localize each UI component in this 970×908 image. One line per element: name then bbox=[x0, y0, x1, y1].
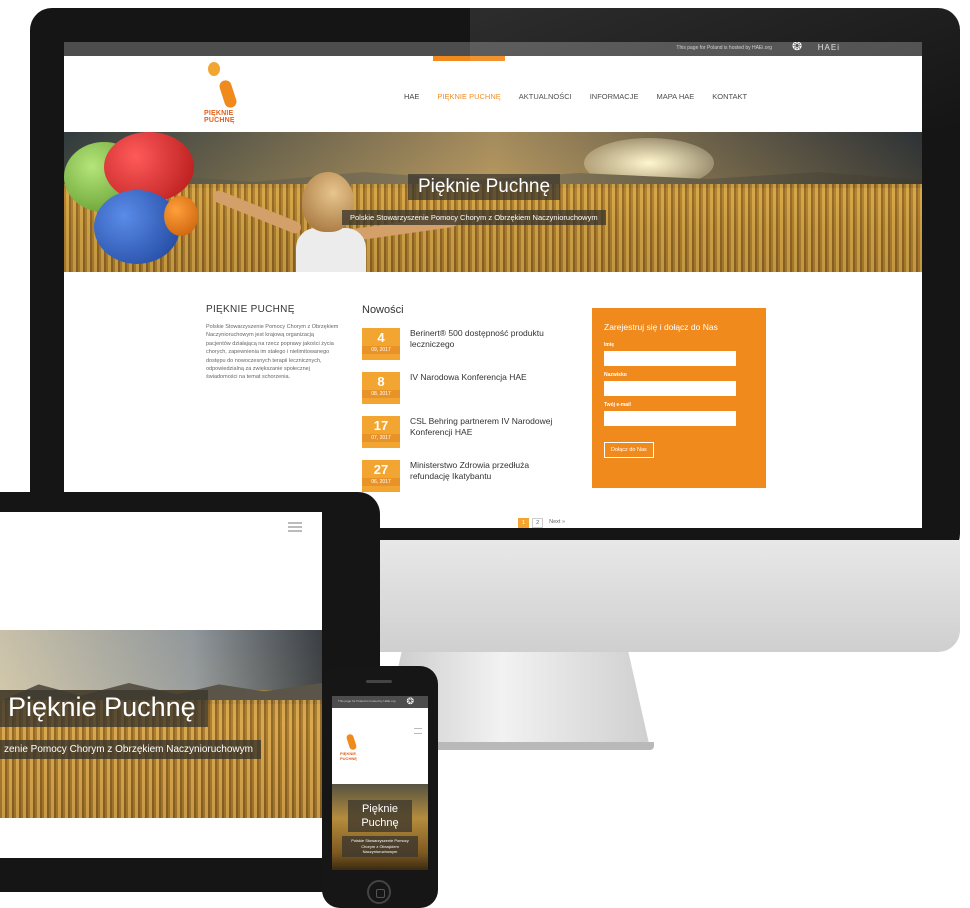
date-month-year: 07, 2017 bbox=[362, 434, 400, 442]
form-heading: Zarejestruj się i dołącz do Nas bbox=[604, 322, 718, 332]
last-name-field[interactable] bbox=[604, 381, 736, 396]
join-button[interactable]: Dołącz do Nas bbox=[604, 442, 654, 458]
last-name-label: Nazwisko bbox=[604, 372, 627, 378]
date-day: 8 bbox=[377, 374, 385, 389]
email-field[interactable] bbox=[604, 411, 736, 426]
date-day: 4 bbox=[377, 330, 385, 345]
news-title-link[interactable]: Ministerstwo Zdrowia przedłuża refundacj… bbox=[410, 460, 560, 482]
news-item[interactable]: 4 09, 2017 Berinert® 500 dostępność prod… bbox=[362, 328, 562, 372]
site-logo[interactable]: PIĘKNIE PUCHNĘ bbox=[204, 62, 254, 126]
date-day: 17 bbox=[373, 418, 389, 433]
nav-item-piekne-puchne[interactable]: PIĘKNIE PUCHNĘ bbox=[433, 56, 506, 101]
date-badge: 17 07, 2017 bbox=[362, 416, 400, 448]
phone-hamburger-icon[interactable] bbox=[414, 728, 422, 734]
nav-item-kontakt[interactable]: KONTAKT bbox=[712, 92, 747, 101]
news-heading: Nowości bbox=[362, 304, 404, 316]
news-pagination: 1 2 Next » bbox=[518, 518, 568, 528]
page-2-link[interactable]: 2 bbox=[532, 518, 544, 528]
about-text: Polskie Stowarzyszenie Pomocy Chorym z O… bbox=[206, 324, 339, 381]
hero-banner: Pięknie Puchnę Polskie Stowarzyszenie Po… bbox=[64, 132, 922, 272]
phone-speaker bbox=[366, 680, 392, 683]
top-bar: This page for Poland is hosted by HAEi.o… bbox=[64, 42, 922, 56]
date-month-year: 09, 2017 bbox=[362, 346, 400, 354]
phone-hero-title: Pięknie Puchnę bbox=[348, 800, 412, 832]
tablet-hero-sky bbox=[0, 630, 322, 690]
hero-title: Pięknie Puchnę bbox=[408, 174, 561, 200]
about-heading: PIĘKNIE PUCHNĘ bbox=[206, 304, 295, 315]
phone-top-bar: This page for Poland is hosted by HAEi.o… bbox=[332, 696, 428, 708]
date-badge: 27 06, 2017 bbox=[362, 460, 400, 492]
tablet-hero: Pięknie Puchnę zenie Pomocy Chorym z Obr… bbox=[0, 630, 322, 818]
main-menu: HAE PIĘKNIE PUCHNĘ AKTUALNOŚCI INFORMACJ… bbox=[404, 56, 747, 101]
haei-logo-icon: ❂ bbox=[791, 42, 802, 53]
phone-figure-icon bbox=[345, 733, 358, 751]
logo-text: PIĘKNIE PUCHNĘ bbox=[204, 110, 235, 124]
news-title-link[interactable]: IV Narodowa Konferencja HAE bbox=[410, 372, 560, 383]
site-header: PIĘKNIE PUCHNĘ HAE PIĘKNIE PUCHNĘ AKTUAL… bbox=[64, 56, 922, 132]
hamburger-menu-icon[interactable] bbox=[288, 522, 302, 532]
orange-balloon bbox=[164, 196, 198, 236]
phone-page: This page for Poland is hosted by HAEi.o… bbox=[332, 696, 428, 870]
date-day: 27 bbox=[373, 462, 389, 477]
date-month-year: 08, 2017 bbox=[362, 390, 400, 398]
about-section: PIĘKNIE PUCHNĘ Polskie Stowarzyszenie Po… bbox=[206, 304, 340, 382]
first-name-label: Imię bbox=[604, 342, 615, 348]
tablet-hero-title: Pięknie Puchnę bbox=[0, 690, 208, 727]
phone-logo-text: PIĘKNIE PUCHNĘ bbox=[340, 751, 357, 761]
nav-item-informacje[interactable]: INFORMACJE bbox=[590, 92, 639, 101]
nav-item-aktualnosci[interactable]: AKTUALNOŚCI bbox=[519, 92, 572, 101]
child-body bbox=[296, 228, 366, 272]
date-badge: 4 09, 2017 bbox=[362, 328, 400, 360]
phone-home-button bbox=[367, 880, 391, 904]
phone-hero-subtitle: Polskie Stowarzyszenie Pomocy Chorym z O… bbox=[342, 836, 418, 857]
email-label: Twój e-mail bbox=[604, 402, 631, 408]
hero-subtitle: Polskie Stowarzyszenie Pomocy Chorym z O… bbox=[342, 210, 606, 225]
news-item[interactable]: 17 07, 2017 CSL Behring partnerem IV Nar… bbox=[362, 416, 562, 460]
news-item[interactable]: 8 08, 2017 IV Narodowa Konferencja HAE bbox=[362, 372, 562, 416]
balloon-icon bbox=[208, 62, 220, 76]
news-item[interactable]: 27 06, 2017 Ministerstwo Zdrowia przedłu… bbox=[362, 460, 562, 504]
nav-item-hae[interactable]: HAE bbox=[404, 92, 419, 101]
phone-hero: Pięknie Puchnę Polskie Stowarzyszenie Po… bbox=[332, 784, 428, 870]
date-badge: 8 08, 2017 bbox=[362, 372, 400, 404]
phone-haei-logo-icon: ❂ bbox=[406, 696, 414, 706]
news-title-link[interactable]: CSL Behring partnerem IV Narodowej Konfe… bbox=[410, 416, 560, 438]
next-page-link[interactable]: Next » bbox=[546, 518, 568, 528]
signup-form: Zarejestruj się i dołącz do Nas Imię Naz… bbox=[592, 308, 766, 488]
phone-topbar-text: This page for Poland is hosted by HAEi.o… bbox=[338, 699, 396, 703]
topbar-hosted-text: This page for Poland is hosted by HAEi.o… bbox=[676, 45, 772, 51]
haei-logo[interactable]: HAEi bbox=[818, 43, 840, 52]
news-section: Nowości 4 09, 2017 Berinert® 500 dostępn… bbox=[362, 304, 562, 504]
news-title-link[interactable]: Berinert® 500 dostępność produktu leczni… bbox=[410, 328, 560, 350]
page-1-link[interactable]: 1 bbox=[518, 518, 530, 528]
first-name-field[interactable] bbox=[604, 351, 736, 366]
nav-item-mapa-hae[interactable]: MAPA HAE bbox=[656, 92, 694, 101]
figure-icon bbox=[217, 78, 239, 110]
tablet-hero-subtitle: zenie Pomocy Chorym z Obrzękiem Naczynio… bbox=[0, 740, 261, 759]
desktop-page: This page for Poland is hosted by HAEi.o… bbox=[64, 42, 922, 528]
date-month-year: 06, 2017 bbox=[362, 478, 400, 486]
tablet-page: Pięknie Puchnę zenie Pomocy Chorym z Obr… bbox=[0, 512, 322, 858]
phone-site-logo[interactable]: PIĘKNIE PUCHNĘ bbox=[340, 726, 364, 770]
